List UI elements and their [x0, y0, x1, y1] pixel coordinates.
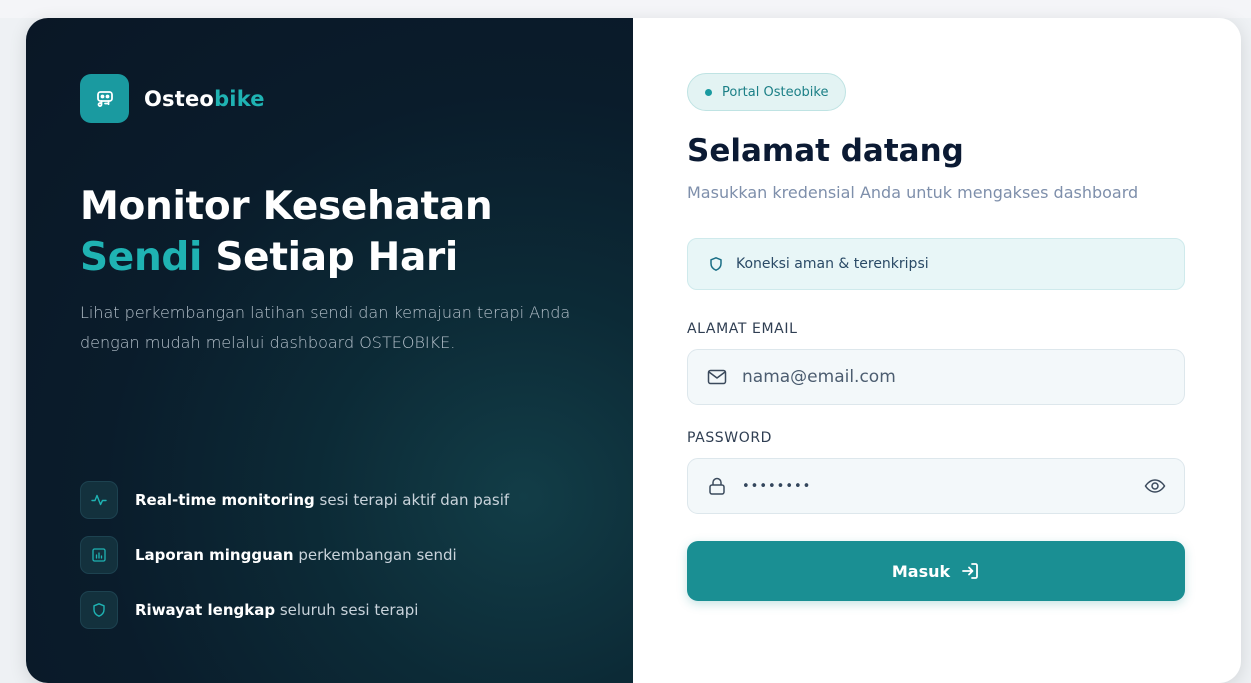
password-field[interactable]: [687, 458, 1185, 514]
hero-accent-word: Sendi: [80, 235, 203, 280]
feature-text: Real-time monitoring sesi terapi aktif d…: [135, 491, 510, 509]
secure-connection-notice: Koneksi aman & terenkripsi: [687, 238, 1185, 290]
secure-notice-text: Koneksi aman & terenkripsi: [736, 256, 929, 272]
login-button-label: Masuk: [891, 561, 951, 581]
login-panel: Portal Osteobike Selamat datang Masukkan…: [633, 18, 1241, 683]
hero-line1: Monitor Kesehatan: [80, 184, 493, 229]
brand-name-part1: Osteo: [144, 86, 215, 111]
login-button[interactable]: Masuk: [687, 541, 1185, 601]
shield-icon: [80, 591, 118, 629]
feature-text: Laporan mingguan perkembangan sendi: [135, 546, 457, 564]
brand-name: Osteobike: [144, 87, 265, 111]
feature-item: Real-time monitoring sesi terapi aktif d…: [80, 481, 509, 519]
report-chart-icon: [80, 536, 118, 574]
background-page-strip: [0, 0, 1251, 18]
email-input[interactable]: [742, 367, 1122, 387]
feature-text: Riwayat lengkap seluruh sesi terapi: [135, 601, 419, 619]
login-arrow-icon: [960, 561, 980, 581]
status-dot: [705, 88, 712, 96]
email-label: ALAMAT EMAIL: [687, 321, 798, 337]
feature-item: Laporan mingguan perkembangan sendi: [80, 536, 509, 574]
page-subtitle: Masukkan kredensial Anda untuk mengakses…: [687, 183, 1139, 202]
eye-icon[interactable]: [1144, 476, 1166, 496]
feature-item: Riwayat lengkap seluruh sesi terapi: [80, 591, 509, 629]
mail-icon: [707, 369, 727, 385]
page-title: Selamat datang: [687, 133, 964, 169]
hero-panel: Osteobike Monitor Kesehatan Sendi Setiap…: [26, 18, 633, 683]
lock-icon: [707, 476, 727, 496]
login-card: Osteobike Monitor Kesehatan Sendi Setiap…: [26, 18, 1241, 683]
hero-heading: Monitor Kesehatan Sendi Setiap Hari: [80, 181, 620, 283]
bike-icon: [80, 74, 129, 123]
feature-list: Real-time monitoring sesi terapi aktif d…: [80, 481, 509, 646]
hero-description: Lihat perkembangan latihan sendi dan kem…: [80, 303, 571, 352]
activity-icon: [80, 481, 118, 519]
hero-line2: Sendi Setiap Hari: [80, 232, 620, 283]
portal-badge: Portal Osteobike: [687, 73, 847, 111]
brand: Osteobike: [80, 74, 265, 123]
email-field[interactable]: [687, 349, 1185, 405]
brand-name-part2: bike: [214, 86, 265, 111]
portal-badge-label: Portal Osteobike: [722, 84, 829, 100]
password-label: PASSWORD: [687, 430, 773, 446]
hero-line2-rest: Setiap Hari: [215, 235, 458, 280]
password-input[interactable]: [742, 478, 1122, 494]
shield-icon: [708, 256, 724, 272]
